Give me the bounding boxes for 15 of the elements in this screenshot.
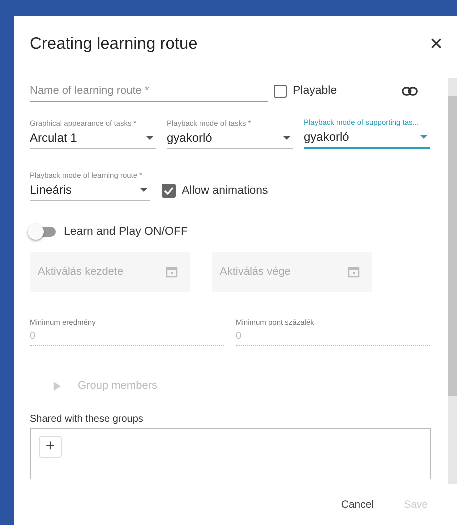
toggle-label: Learn and Play ON/OFF bbox=[64, 226, 188, 238]
scroll-bar[interactable] bbox=[448, 78, 457, 484]
add-button[interactable]: + bbox=[39, 436, 62, 458]
close-button[interactable]: × bbox=[426, 33, 447, 55]
animations-checkbox[interactable] bbox=[162, 184, 176, 198]
shared-groups-label: Shared with these groups bbox=[30, 414, 144, 425]
calendar-icon[interactable] bbox=[348, 266, 360, 278]
dialog-button[interactable]: Cancel bbox=[339, 495, 376, 515]
animations-label: Allow animations bbox=[182, 185, 268, 197]
toggle-switch[interactable] bbox=[30, 227, 56, 237]
calendar-icon[interactable] bbox=[166, 266, 178, 278]
playable-label: Playable bbox=[293, 85, 338, 97]
playable-checkbox[interactable] bbox=[274, 84, 287, 98]
link-icon[interactable] bbox=[402, 86, 418, 96]
dialog-title: Creating learning rotue bbox=[30, 34, 198, 54]
